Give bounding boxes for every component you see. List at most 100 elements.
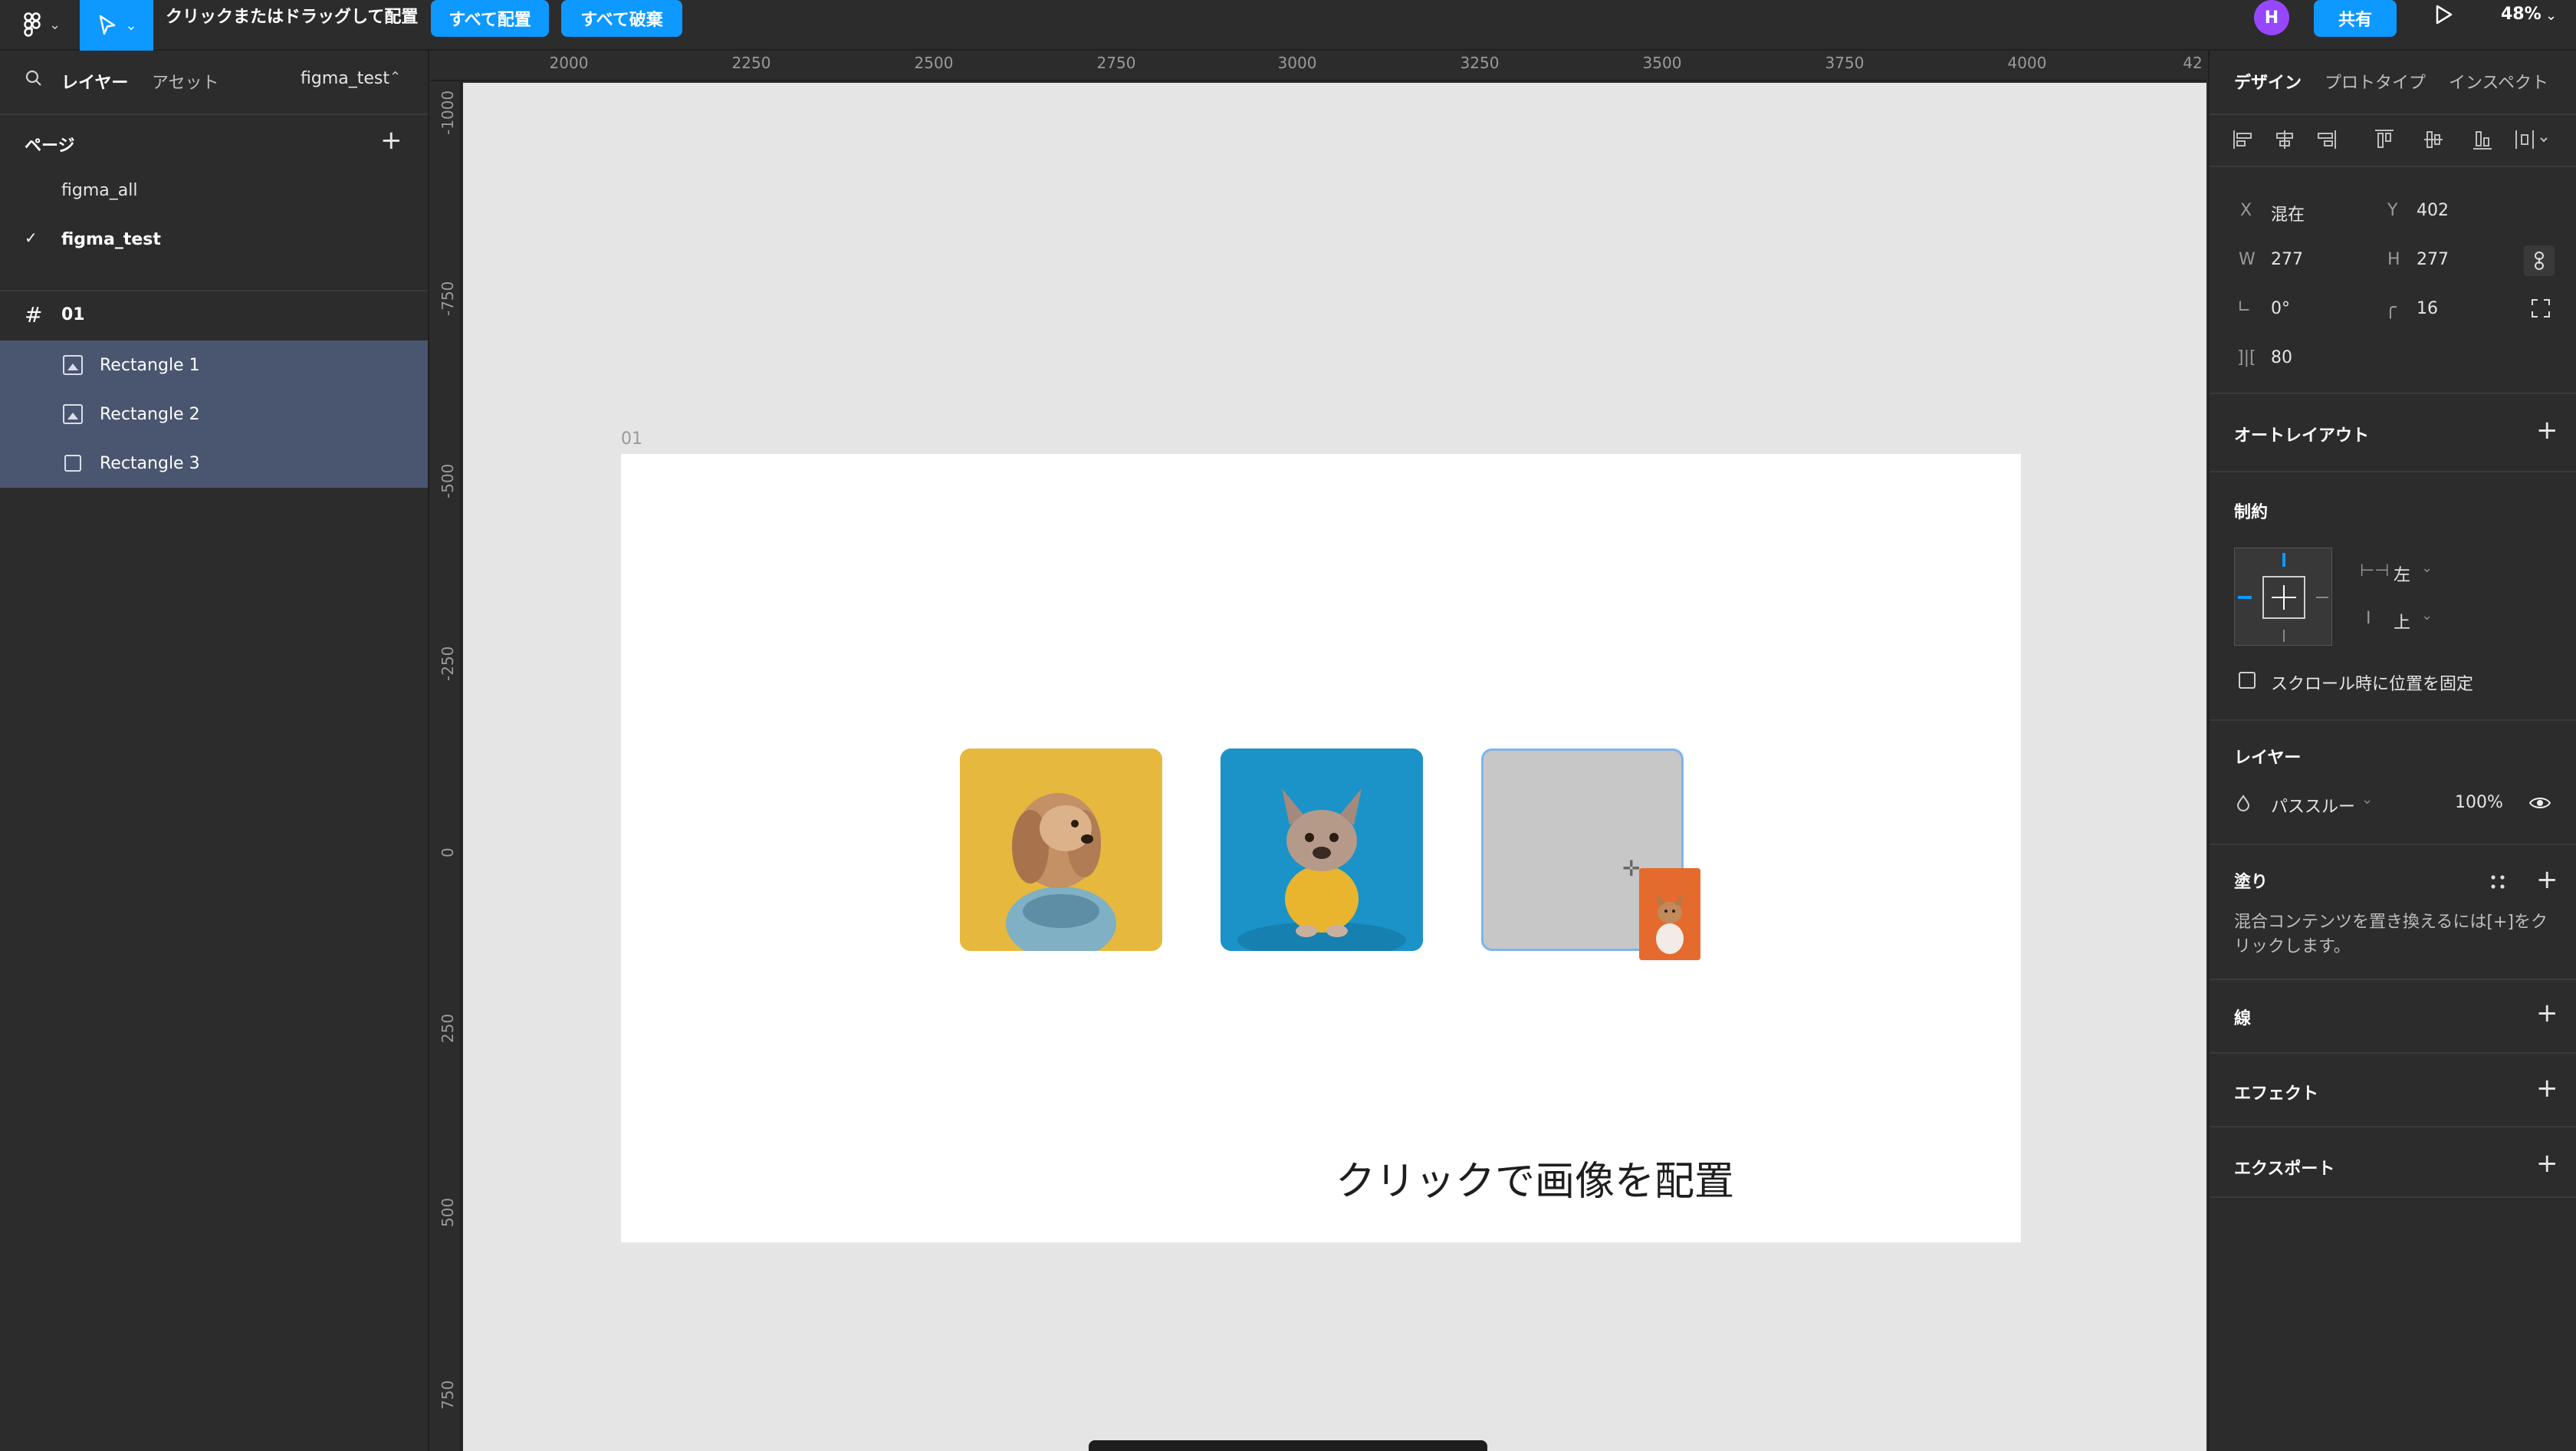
constraint-left-active[interactable] bbox=[2238, 596, 2252, 599]
spacing-icon: ]|[ bbox=[2237, 348, 2256, 367]
divider bbox=[0, 114, 428, 115]
add-fill-icon[interactable]: + bbox=[2536, 867, 2558, 893]
add-page-icon[interactable]: + bbox=[380, 127, 402, 153]
chevron-down-icon[interactable]: ⌄ bbox=[2361, 791, 2373, 808]
chevron-down-icon[interactable]: ⌄ bbox=[2545, 8, 2557, 24]
horizontal-constraint-select[interactable]: 左 bbox=[2394, 561, 2410, 586]
page-item-figma-all[interactable]: figma_all bbox=[61, 181, 137, 200]
frame-01[interactable]: ✛ クリックで画像を配置 bbox=[621, 454, 2021, 1242]
add-export-icon[interactable]: + bbox=[2536, 1150, 2558, 1176]
tab-layers[interactable]: レイヤー bbox=[61, 69, 128, 94]
align-middle-v-icon bbox=[2424, 131, 2443, 148]
fix-scroll-checkbox[interactable] bbox=[2239, 672, 2256, 689]
layer-rectangle-1[interactable]: Rectangle 1 bbox=[0, 341, 428, 390]
chevron-up-icon[interactable]: ⌄ bbox=[389, 67, 401, 84]
export-header: エクスポート bbox=[2234, 1160, 2335, 1179]
layer-rectangle-2[interactable]: Rectangle 2 bbox=[0, 390, 428, 439]
constraint-center-h bbox=[2272, 597, 2296, 598]
spacing-field[interactable]: 80 bbox=[2271, 348, 2292, 367]
ruler-tick: 2250 bbox=[731, 54, 771, 72]
layer-rectangle-3[interactable]: Rectangle 3 bbox=[0, 439, 428, 488]
discard-all-button[interactable]: すべて破棄 bbox=[561, 0, 682, 37]
y-field[interactable]: 402 bbox=[2417, 201, 2449, 220]
h-field[interactable]: 277 bbox=[2417, 250, 2449, 269]
chevron-down-icon: ⌄ bbox=[125, 17, 137, 34]
ruler-tick: 3000 bbox=[1277, 54, 1317, 72]
stroke-header: 線 bbox=[2234, 1009, 2252, 1028]
align-bottom-icon bbox=[2473, 131, 2492, 150]
move-tool-button[interactable]: ⌄ bbox=[80, 0, 153, 51]
add-effect-icon[interactable]: + bbox=[2536, 1075, 2558, 1101]
ruler-tick: 4000 bbox=[2007, 54, 2047, 72]
figma-menu-icon[interactable] bbox=[17, 8, 48, 41]
check-icon: ✓ bbox=[25, 229, 38, 247]
y-label: Y bbox=[2387, 201, 2398, 220]
eye-icon[interactable] bbox=[2528, 795, 2551, 811]
fill-hint-line2: リックします。 bbox=[2234, 937, 2351, 956]
file-name[interactable]: figma_test bbox=[301, 69, 389, 88]
w-label: W bbox=[2239, 250, 2256, 269]
tab-design[interactable]: デザイン bbox=[2234, 69, 2302, 94]
layer-label: Rectangle 2 bbox=[100, 404, 200, 424]
search-icon[interactable] bbox=[25, 69, 43, 87]
crosshair-cursor-icon: ✛ bbox=[1622, 856, 1641, 881]
add-auto-layout-icon[interactable]: + bbox=[2536, 417, 2558, 443]
corner-radius-icon: ╭ bbox=[2384, 296, 2397, 319]
page-item-figma-test[interactable]: figma_test bbox=[61, 230, 161, 249]
corner-radius-field[interactable]: 16 bbox=[2417, 299, 2438, 318]
ruler-tick: -1000 bbox=[439, 90, 457, 135]
place-all-button[interactable]: すべて配置 bbox=[431, 0, 549, 37]
constraint-right[interactable] bbox=[2316, 597, 2328, 598]
blend-mode-select[interactable]: パススルー bbox=[2271, 793, 2355, 818]
ruler-tick: 3250 bbox=[1460, 54, 1500, 72]
rectangle-2-image[interactable] bbox=[1221, 749, 1423, 951]
tab-inspect[interactable]: インスペクト bbox=[2449, 69, 2548, 94]
layers-panel: レイヤー アセット figma_test ⌄ ページ + figma_all ✓… bbox=[0, 51, 429, 1451]
rectangle-icon bbox=[64, 455, 81, 472]
horizontal-ruler: 2000 2250 2500 2750 3000 3250 3500 3750 … bbox=[431, 51, 2206, 81]
constraint-bottom[interactable] bbox=[2283, 630, 2285, 642]
ruler-tick: 3500 bbox=[1642, 54, 1682, 72]
toolbar: ⌄ ⌄ クリックまたはドラッグして配置 すべて配置 すべて破棄 H 共有 48%… bbox=[0, 0, 2576, 51]
layer-frame-01[interactable]: 01 bbox=[61, 305, 85, 324]
horizontal-constraint-icon: ⊢⊣ bbox=[2360, 561, 2390, 581]
chevron-down-icon[interactable]: ⌄ bbox=[49, 17, 61, 33]
vertical-constraint-select[interactable]: 上 bbox=[2394, 609, 2410, 633]
rectangle-1-image[interactable] bbox=[960, 749, 1162, 951]
zoom-level[interactable]: 48% bbox=[2501, 5, 2542, 24]
constrain-proportions-toggle[interactable] bbox=[2524, 245, 2555, 276]
vertical-constraint-icon: I bbox=[2366, 609, 2371, 628]
constraints-widget[interactable] bbox=[2234, 548, 2332, 646]
bottom-toolbar-edge[interactable] bbox=[1089, 1440, 1487, 1451]
distribute-icon bbox=[2515, 130, 2548, 149]
w-field[interactable]: 277 bbox=[2271, 250, 2303, 269]
play-icon[interactable] bbox=[2432, 3, 2455, 26]
tab-assets[interactable]: アセット bbox=[152, 69, 219, 94]
divider bbox=[2210, 1052, 2576, 1054]
chevron-down-icon[interactable]: ⌄ bbox=[2421, 560, 2433, 576]
divider bbox=[2210, 979, 2576, 980]
x-field[interactable]: 混在 bbox=[2271, 201, 2305, 225]
independent-corners-icon[interactable] bbox=[2530, 298, 2551, 319]
align-left-icon bbox=[2233, 130, 2252, 149]
tab-prototype[interactable]: プロトタイプ bbox=[2325, 69, 2426, 94]
add-stroke-icon[interactable]: + bbox=[2536, 1000, 2558, 1026]
chevron-down-icon[interactable]: ⌄ bbox=[2421, 607, 2433, 624]
ruler-tick: 0 bbox=[439, 847, 457, 857]
ruler-tick: 42 bbox=[2183, 54, 2203, 72]
constraint-top-active[interactable] bbox=[2282, 553, 2285, 567]
opacity-field[interactable]: 100% bbox=[2455, 793, 2503, 812]
canvas-caption: クリックで画像を配置 bbox=[1336, 1159, 1735, 1205]
ruler-tick: 2500 bbox=[914, 54, 954, 72]
rotation-field[interactable]: 0° bbox=[2271, 299, 2290, 318]
avatar[interactable]: H bbox=[2254, 0, 2289, 35]
x-label: X bbox=[2240, 201, 2252, 220]
styles-grid-icon[interactable] bbox=[2489, 873, 2507, 891]
divider bbox=[2210, 1196, 2576, 1198]
canvas[interactable]: 01 ✛ クリックで画像を配置 bbox=[463, 83, 2206, 1451]
divider bbox=[2210, 393, 2576, 394]
frame-label[interactable]: 01 bbox=[621, 429, 642, 449]
fill-hint-line1: 混合コンテンツを置き換えるには[+]をク bbox=[2234, 913, 2548, 932]
share-button[interactable]: 共有 bbox=[2314, 0, 2397, 37]
ruler-tick: 3750 bbox=[1825, 54, 1865, 72]
